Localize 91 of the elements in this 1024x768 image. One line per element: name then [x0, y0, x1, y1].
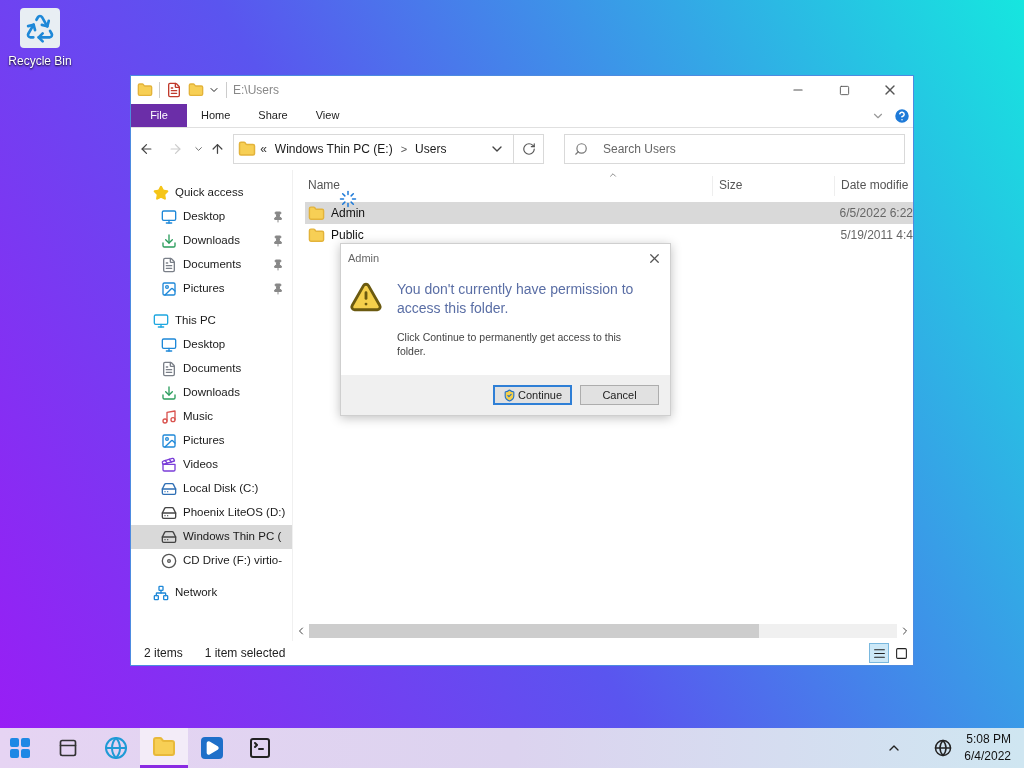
folder-icon[interactable] [137, 82, 153, 98]
refresh-icon[interactable] [521, 142, 536, 156]
taskbar-app[interactable] [140, 728, 188, 768]
sidebar-item[interactable]: Local Disk (C:) [131, 477, 292, 501]
sidebar-item[interactable]: Windows Thin PC ( [131, 525, 292, 549]
search-field[interactable]: Search Users [564, 134, 905, 164]
document-icon [161, 257, 177, 273]
sidebar-item[interactable]: This PC [131, 309, 292, 333]
disc-icon [161, 553, 177, 569]
shield-icon [502, 388, 516, 402]
sidebar-item[interactable]: Documents [131, 357, 292, 381]
file-name: Public [331, 227, 364, 244]
sidebar-item[interactable]: Documents [131, 253, 292, 277]
cancel-button[interactable]: Cancel [580, 385, 659, 405]
warning-icon [349, 280, 383, 314]
desktop-icon [161, 209, 177, 225]
clock-time[interactable]: 5:08 PM [966, 731, 1011, 748]
status-text: 2 items [144, 645, 183, 662]
task-view-icon [58, 738, 78, 758]
column-header[interactable]: Date modifie [835, 176, 909, 196]
document-icon [161, 361, 177, 377]
file-row[interactable]: Admin 6/5/2022 6:22 [305, 202, 913, 224]
breadcrumb[interactable]: Windows Thin PC (E:) [274, 140, 393, 158]
sidebar-item[interactable]: Phoenix LiteOS (D:) [131, 501, 292, 525]
drive-icon [161, 529, 177, 545]
sidebar-item[interactable]: Downloads [131, 229, 292, 253]
new-folder-icon[interactable] [188, 82, 204, 98]
video-icon [161, 457, 177, 473]
download-icon [161, 233, 177, 249]
network-status-icon[interactable] [934, 739, 953, 757]
ribbon-tab[interactable]: View [301, 104, 354, 127]
computer-icon [153, 313, 169, 329]
sidebar-item[interactable]: Music [131, 405, 292, 429]
address-bar[interactable]: « Windows Thin PC (E:) > Users [233, 134, 544, 164]
ribbon-tab[interactable]: Share [244, 104, 302, 127]
sidebar-item[interactable]: Desktop [131, 333, 292, 357]
star-icon [153, 185, 169, 201]
image-icon [161, 281, 177, 297]
square-icon [894, 646, 908, 660]
sidebar-item[interactable]: Desktop [131, 205, 292, 229]
network-icon [153, 585, 169, 601]
sidebar-item[interactable]: Network [131, 581, 292, 605]
folder-icon [238, 140, 257, 158]
date-modified: 5/19/2011 4:4 [839, 227, 913, 244]
window-title: E:\Users [233, 82, 279, 99]
image-icon [161, 433, 177, 449]
maximize-icon [838, 84, 850, 96]
search-icon [574, 142, 588, 156]
file-tab[interactable]: File [131, 104, 187, 127]
dialog-heading: You don't currently have permission to access this folder. [397, 280, 635, 318]
path-separator[interactable]: > [400, 140, 408, 158]
sidebar-item[interactable]: Pictures [131, 429, 292, 453]
folder-icon [152, 734, 176, 759]
music-note-icon [161, 409, 177, 425]
busy-cursor-icon [339, 190, 357, 208]
continue-button[interactable]: Continue [493, 385, 572, 405]
column-header[interactable]: Size [713, 176, 835, 196]
sidebar-item[interactable]: Quick access [131, 181, 292, 205]
file-name: Admin [331, 205, 365, 222]
details-view-button[interactable] [869, 643, 889, 663]
sidebar-item[interactable]: CD Drive (F:) virtio- [131, 549, 292, 573]
download-icon [161, 385, 177, 401]
date-modified: 6/5/2022 6:22 [838, 205, 913, 222]
dialog-message: Click Continue to permanently get access to this folder. [397, 330, 623, 358]
sidebar-item[interactable]: Pictures [131, 277, 292, 301]
sidebar-item[interactable]: Videos [131, 453, 292, 477]
drive-icon [161, 505, 177, 521]
horizontal-scrollbar[interactable] [309, 624, 897, 638]
ribbon-tab[interactable]: Home [187, 104, 245, 127]
properties-icon[interactable] [166, 82, 182, 98]
scrollbar-thumb[interactable] [309, 624, 759, 638]
status-text: 1 item selected [204, 645, 286, 662]
dialog-title: Admin [348, 250, 380, 266]
back-icon[interactable] [139, 141, 154, 157]
browser-icon [104, 736, 128, 760]
file-row[interactable]: Public 5/19/2011 4:4 [305, 224, 913, 246]
overflow-chevron[interactable]: « [260, 140, 267, 158]
sidebar-item[interactable]: Downloads [131, 381, 292, 405]
start-icon [8, 736, 32, 760]
desktop-icon [161, 337, 177, 353]
list-icon [872, 646, 886, 660]
folder-icon [308, 226, 325, 244]
column-header[interactable]: Name [293, 176, 713, 196]
desktop-icon-label: Recycle Bin [8, 53, 72, 70]
breadcrumb[interactable]: Users [415, 140, 447, 158]
folder-icon [308, 204, 325, 222]
help-icon[interactable] [893, 106, 911, 125]
play-icon [201, 737, 223, 759]
clock-date[interactable]: 6/4/2022 [964, 748, 1011, 765]
recycle-bin-icon[interactable] [20, 8, 60, 48]
terminal-icon [248, 736, 272, 760]
